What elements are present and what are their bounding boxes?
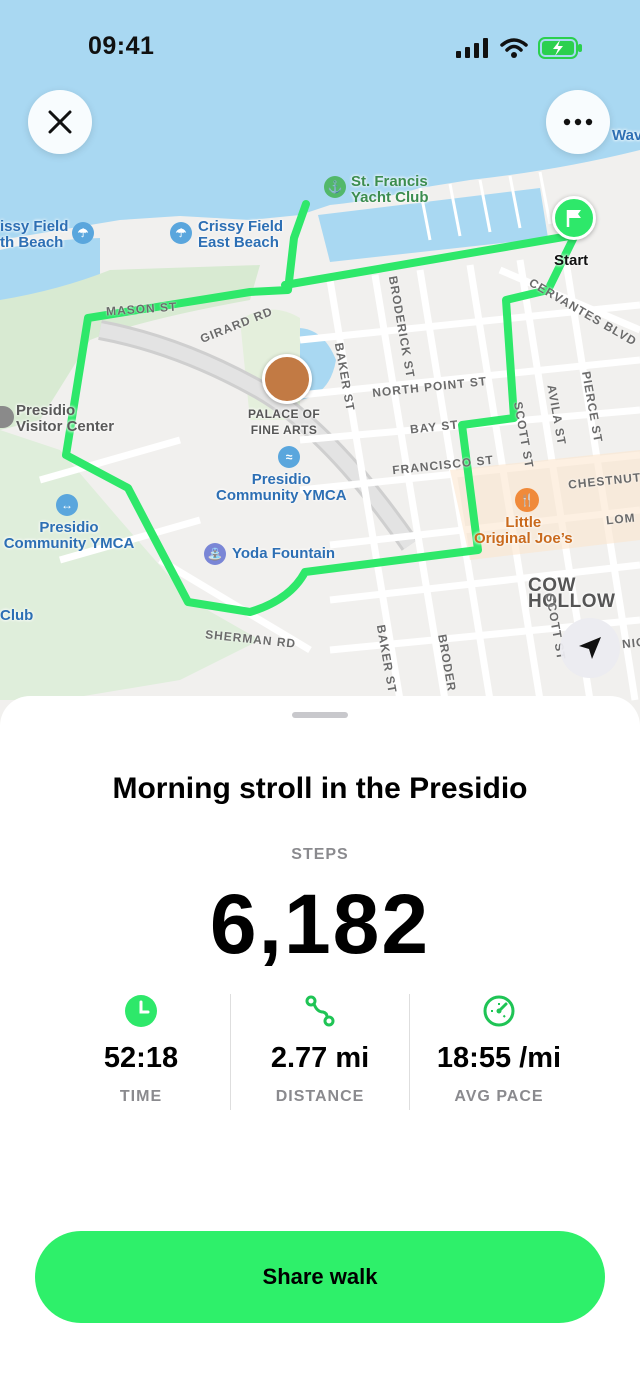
poi-crissy-beach: issy Field th Beach <box>0 218 69 251</box>
start-label: Start <box>554 252 589 269</box>
start-flag-icon[interactable] <box>552 196 596 240</box>
stat-time: 52:18 TIME <box>52 994 230 1110</box>
poi-visitor-center: Presidio Visitor Center <box>16 402 115 435</box>
stat-label: TIME <box>119 1088 163 1105</box>
stat-value: 52:18 <box>103 1042 179 1074</box>
stats-row: 52:18 TIME 2.77 mi DISTANCE 18:55 /mi AV… <box>52 994 588 1110</box>
location-arrow-icon <box>579 637 601 659</box>
map-view[interactable]: 09:41 Wav ⚓ St. Francis Yacht Club issy … <box>0 0 640 740</box>
yacht-club-pin-icon[interactable]: ⚓ <box>324 176 346 198</box>
poi-club: Club <box>0 607 34 624</box>
close-icon <box>48 110 72 134</box>
street-nio: NIO <box>621 634 640 652</box>
close-button[interactable] <box>28 90 92 154</box>
ellipsis-icon <box>563 118 593 126</box>
stat-label: AVG PACE <box>454 1088 544 1105</box>
beach-pin-icon[interactable]: ☂ <box>72 222 94 244</box>
beach-pin-icon[interactable]: ☂ <box>170 222 192 244</box>
poi-yoda-fountain: Yoda Fountain <box>232 545 336 562</box>
recenter-location-button[interactable] <box>560 618 620 678</box>
speedometer-icon <box>483 995 515 1027</box>
pool-pin-icon[interactable]: ≈ <box>278 446 300 468</box>
signal-icon <box>456 38 488 58</box>
poi-little-joes: Little Original Joe’s <box>474 514 573 547</box>
more-options-button[interactable] <box>546 90 610 154</box>
stat-value: 2.77 mi <box>270 1042 370 1074</box>
walk-title: Morning stroll in the Presidio <box>112 772 528 805</box>
walk-summary-sheet: Morning stroll in the Presidio STEPS 6,1… <box>0 696 640 1391</box>
route-icon <box>305 995 335 1027</box>
sheet-grabber[interactable] <box>292 712 348 718</box>
poi-wave-organ: Wav <box>612 127 640 144</box>
status-bar: 09:41 <box>0 0 640 90</box>
gym-pin-icon[interactable]: ↔ <box>56 494 78 516</box>
status-icons <box>456 36 584 60</box>
palace-of-fine-arts-pin-icon[interactable] <box>262 354 312 404</box>
poi-st-francis: St. Francis Yacht Club <box>351 173 429 206</box>
wifi-icon <box>500 38 528 58</box>
clock-icon <box>125 995 157 1027</box>
poi-palace: PALACE OF FINE ARTS <box>248 407 321 437</box>
fountain-pin-icon[interactable]: ⛲ <box>204 543 226 565</box>
poi-presidio-ymca: Presidio Community YMCA <box>216 471 347 504</box>
steps-value: 6,182 <box>209 877 431 971</box>
map-base <box>0 0 640 701</box>
share-walk-button[interactable]: Share walk <box>35 1231 605 1323</box>
restaurant-pin-icon[interactable]: 🍴 <box>515 488 539 512</box>
poi-presidio-ymca-left: Presidio Community YMCA <box>3 519 135 552</box>
stat-value: 18:55 /mi <box>436 1042 562 1074</box>
stat-avg-pace: 18:55 /mi AVG PACE <box>409 994 588 1110</box>
battery-charging-icon <box>538 37 582 59</box>
poi-crissy-east: Crissy Field East Beach <box>198 218 284 251</box>
stat-distance: 2.77 mi DISTANCE <box>230 994 409 1110</box>
steps-label: STEPS <box>291 846 349 863</box>
stat-label: DISTANCE <box>275 1088 365 1105</box>
status-time: 09:41 <box>88 32 155 60</box>
